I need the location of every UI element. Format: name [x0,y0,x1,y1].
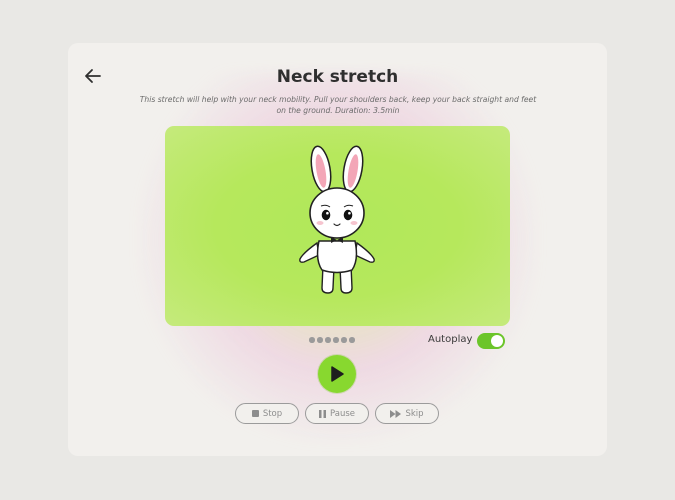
pager-dot[interactable] [325,337,331,343]
pager-dot[interactable] [333,337,339,343]
pager-dot[interactable] [317,337,323,343]
pager-dot[interactable] [349,337,355,343]
stop-button[interactable]: Stop [235,403,299,424]
skip-label: Skip [405,408,424,419]
pause-button[interactable]: Pause [305,403,369,424]
bunny-illustration [299,145,375,294]
stop-icon [251,410,259,417]
pause-icon [319,409,326,418]
pause-label: Pause [330,408,355,419]
animation-stage [165,126,510,326]
exercise-description: This stretch will help with your neck mo… [139,95,537,115]
exercise-card: Neck stretch This stretch will help with… [68,43,607,456]
toggle-knob [491,335,503,347]
play-button[interactable] [318,355,356,393]
fast-forward-icon [390,409,402,418]
pager-dots [309,337,355,343]
pager-dot[interactable] [341,337,347,343]
autoplay-toggle[interactable] [477,333,505,349]
pager-dot[interactable] [309,337,315,343]
page-title: Neck stretch [276,67,399,87]
play-icon [331,366,344,382]
skip-button[interactable]: Skip [375,403,439,424]
autoplay-label: Autoplay [428,334,473,345]
stop-label: Stop [262,408,283,419]
